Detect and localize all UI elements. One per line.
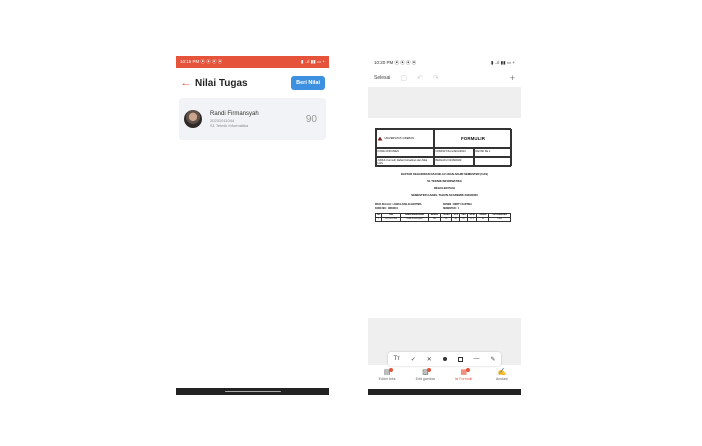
kode-label: KODE DOKUMEN <box>377 149 399 153</box>
system-nav-bar <box>176 388 329 395</box>
badge-dot <box>465 368 470 372</box>
rectangle-tool-icon[interactable] <box>457 356 463 362</box>
text-tool-icon[interactable]: Tт <box>393 356 399 362</box>
screenshot-canvas: 10:15 PM ⦿ ⦿ ⦿ ⦿ ▮ ..ıl ▮▮ ▭ + ← Nilai T… <box>0 0 702 446</box>
nomor-cell: NOMOR FKom/AKA/2023 <box>434 148 474 157</box>
kode-cell: KODE DOKUMEN <box>376 148 434 157</box>
check-tool-icon[interactable]: ✓ <box>411 356 416 363</box>
table-cell: A <box>476 216 490 222</box>
table-cell: 100 <box>428 216 441 222</box>
revisi-label: REVISI KE <box>475 149 489 153</box>
add-icon[interactable]: + <box>510 73 515 83</box>
table-row: 1 20231011044 Randi Firmansyah 100 90 80… <box>374 216 511 222</box>
phone-nilai-tugas: 10:15 PM ⦿ ⦿ ⦿ ⦿ ▮ ..ıl ▮▮ ▭ + ← Nilai T… <box>176 56 329 395</box>
done-button[interactable]: Selesai <box>374 75 390 81</box>
student-card[interactable]: Randi Firmansyah 20231011044 S1 Teknik I… <box>179 98 326 140</box>
dot-tool-icon[interactable] <box>442 357 447 361</box>
status-time: 10:20 PM <box>374 60 394 65</box>
student-prodi: S1 Teknik Informatika <box>210 123 249 128</box>
status-icons-left: ⦿ ⦿ ⦿ ⦿ <box>200 59 223 64</box>
meta-kode: KODE MK : 1MK0001 <box>375 207 398 210</box>
meta-semester: SEMESTER : 1 <box>443 207 459 210</box>
home-indicator[interactable] <box>224 390 281 393</box>
table-cell: 87.5 <box>467 216 478 222</box>
university-logo: UNIVERSITAS CIREBON <box>376 129 434 148</box>
badge-dot <box>389 368 394 372</box>
app-header: ← Nilai Tugas Beri Nilai <box>176 68 329 98</box>
meta-dosen: DOSEN : BERTY KARTIKA <box>443 204 472 206</box>
tab-label: Isi Formulir <box>454 377 473 381</box>
tab-anotasi[interactable]: ✍ Anotasi <box>484 369 520 381</box>
tab-editor-teks[interactable]: ▤ Editor teks <box>369 368 405 381</box>
phone-pdf-editor: 10:20 PM ⦿ ⦿ ⦿ ⦿ ▮ ..ıl ▮▮ ▭ + Selesai ▢… <box>368 56 521 395</box>
pdf-document[interactable]: UNIVERSITAS CIREBON FORMULIR KODE DOKUME… <box>373 128 516 222</box>
save-icon[interactable]: ▢ <box>400 75 407 82</box>
badge-dot <box>427 368 432 372</box>
pen-tool-icon[interactable]: ✎ <box>490 356 495 363</box>
nomor-value: FKom/AKA/2023 <box>446 149 466 153</box>
doc-caption-4: SEMESTER GANJIL TAHUN AKADEMIK 2023/2023 <box>411 193 478 197</box>
berlaku-label: BERLAKU <box>435 158 448 162</box>
cross-tool-icon[interactable]: ✕ <box>427 356 432 363</box>
meta-matkul: MATA KULIAH : LOGIKA DAN ALGORITMA <box>375 204 422 206</box>
status-icons-left: ⦿ ⦿ ⦿ ⦿ <box>394 60 417 65</box>
status-icons-right: ▮ ..ıl ▮▮ ▭ + <box>300 59 325 64</box>
student-name: Randi Firmansyah <box>210 110 259 117</box>
table-cell: 80 <box>451 216 461 222</box>
editor-toolbar: Selesai ▢ ↶ ↷ + <box>368 70 521 86</box>
table-cell: 90 <box>439 216 453 222</box>
tab-label: Anotasi <box>495 377 508 381</box>
form-header-table: UNIVERSITAS CIREBON FORMULIR KODE DOKUME… <box>375 128 512 167</box>
document-background-top <box>368 87 521 118</box>
logo-text: UNIVERSITAS CIREBON <box>384 137 415 140</box>
beri-nilai-button[interactable]: Beri Nilai <box>291 76 325 90</box>
status-icons-right: ▮ ..ıl ▮▮ ▭ + <box>490 60 515 65</box>
status-bar: 10:15 PM ⦿ ⦿ ⦿ ⦿ ▮ ..ıl ▮▮ ▭ + <box>176 56 329 68</box>
student-score: 90 <box>305 113 317 125</box>
empty-cell <box>474 157 512 166</box>
berlaku-value: 01/09/2023 <box>448 158 462 162</box>
status-time: 10:15 PM <box>180 59 200 64</box>
line-tool-icon[interactable]: — <box>474 356 480 362</box>
drawing-toolbar: Tт ✓ ✕ — ✎ <box>388 352 501 366</box>
table-cell: 20231011044 <box>381 216 401 222</box>
tab-label: Edit gambar <box>415 377 436 381</box>
berlaku-cell: BERLAKU 01/09/2023 <box>434 157 474 166</box>
table-cell: Lulus <box>488 216 511 222</box>
annotate-icon: ✍ <box>497 369 507 376</box>
doc-caption-1: DAFTAR KEHADIRAN DAN NILAI UJIAN AKHIR S… <box>400 172 489 176</box>
status-bar: 10:20 PM ⦿ ⦿ ⦿ ⦿ ▮ ..ıl ▮▮ ▭ + <box>368 56 521 70</box>
grades-table: NO NIM NAMA MAHASISWA ABSEN TUGAS UTS UA… <box>374 212 511 222</box>
student-info: Randi Firmansyah 20231011044 S1 Teknik I… <box>210 110 306 129</box>
page-title: Nilai Tugas <box>195 77 248 89</box>
doc-meta: MATA KULIAH : LOGIKA DAN ALGORITMA DOSEN… <box>375 204 511 211</box>
bottom-tabs: ▤ Editor teks ▨ Edit gambar ▦ Isi Formul… <box>368 367 521 389</box>
back-arrow-icon[interactable]: ← <box>179 77 193 89</box>
university-logo-icon <box>377 136 383 141</box>
doc-caption-2: S1 TEKNIK INFORMATIKA <box>427 179 462 183</box>
tab-isi-formulir[interactable]: ▦ Isi Formulir <box>446 368 482 381</box>
form-title: FORMULIR <box>434 129 512 148</box>
tab-label: Editor teks <box>378 377 396 381</box>
table-cell: 85 <box>459 216 469 222</box>
doc-caption-3: REGULER PAGI <box>433 186 456 190</box>
table-cell: Randi Firmansyah <box>399 216 430 222</box>
revisi-value: 1 <box>488 149 491 153</box>
undo-icon[interactable]: ↶ <box>417 75 423 82</box>
tab-edit-gambar[interactable]: ▨ Edit gambar <box>407 368 443 381</box>
judul-cell: JUDUL Formulir Daftar Kehadiran dan Nila… <box>376 157 434 166</box>
redo-icon[interactable]: ↷ <box>433 75 439 82</box>
avatar <box>184 110 202 128</box>
system-nav-bar <box>368 389 521 395</box>
revisi-cell: REVISI KE 1 <box>474 148 512 157</box>
nomor-label: NOMOR <box>435 149 446 153</box>
